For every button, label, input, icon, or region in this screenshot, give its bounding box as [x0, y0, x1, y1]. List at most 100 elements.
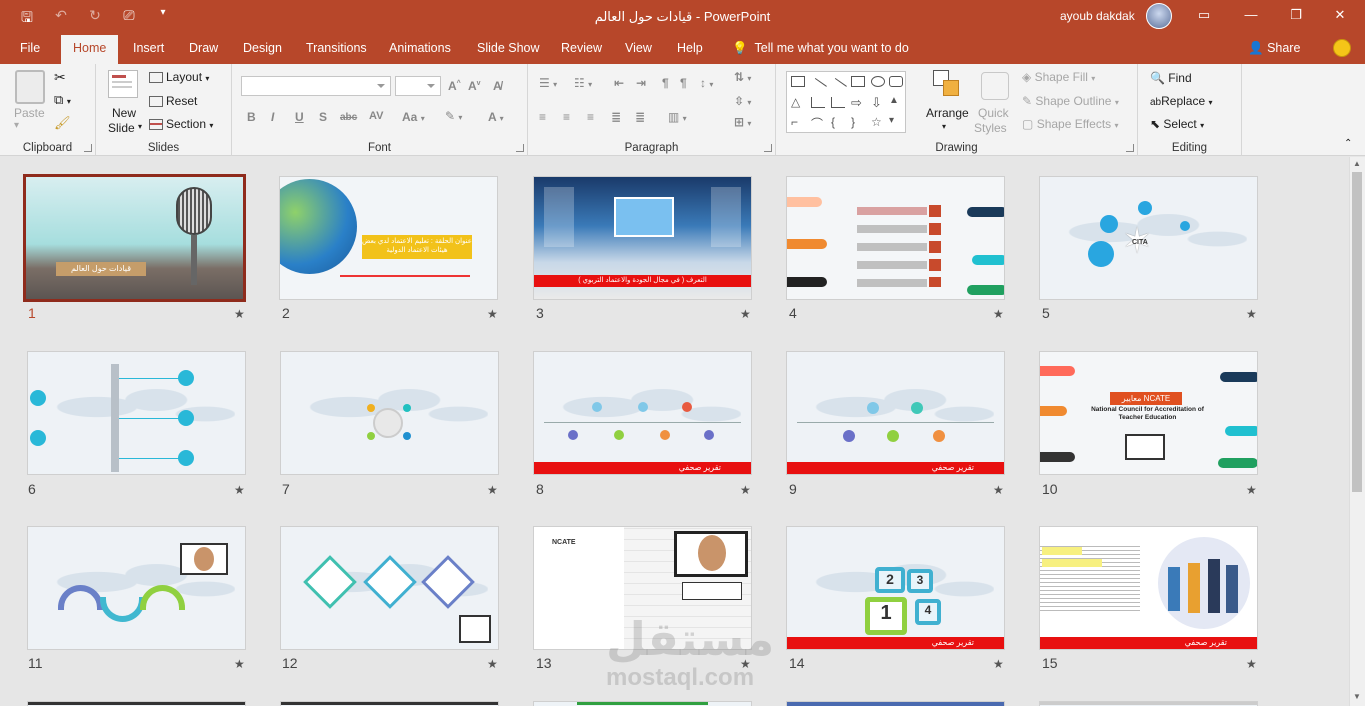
clipboard-launcher-icon[interactable] — [84, 144, 92, 152]
tell-me-search[interactable]: 💡 Tell me what you want to do — [732, 41, 909, 56]
tab-design[interactable]: Design — [243, 41, 282, 55]
restore-icon[interactable]: ❐ — [1286, 7, 1306, 23]
slide-thumb-2[interactable]: عنوان الحلقة : تعليم الاعتماد لدي بعض هي… — [280, 177, 497, 299]
transition-star-icon[interactable]: ★ — [234, 483, 245, 497]
reset-button[interactable]: Reset — [149, 94, 197, 108]
callout-shape-icon[interactable]: ⌐ — [791, 115, 805, 129]
distributed-icon[interactable]: ≣ — [635, 110, 645, 124]
smartart-icon[interactable]: ⊞ ▾ — [734, 115, 751, 129]
transition-star-icon[interactable]: ★ — [487, 483, 498, 497]
slide-thumb-18[interactable] — [534, 702, 751, 706]
clear-formatting-icon[interactable]: A̸ — [493, 79, 502, 93]
slide-thumb-9[interactable]: تقرير صحفي — [787, 352, 1004, 474]
justify-icon[interactable]: ≣ — [611, 110, 621, 124]
slide-thumb-20[interactable] — [1040, 702, 1257, 706]
numbering-icon[interactable]: ☷ ▾ — [574, 76, 592, 90]
scroll-up-icon[interactable]: ▲ — [1353, 159, 1361, 168]
slide-thumb-7[interactable] — [281, 352, 498, 474]
copy-icon[interactable]: ⧉ ▾ — [54, 92, 71, 108]
quick-styles-label-2[interactable]: Styles — [974, 121, 1007, 135]
align-center-icon[interactable]: ≡ — [563, 110, 570, 124]
replace-button[interactable]: abReplace ▾ — [1150, 94, 1213, 108]
strikethrough-icon[interactable]: abc — [340, 112, 357, 123]
slide-thumb-17[interactable] — [281, 702, 498, 706]
rectangle-shape-icon[interactable] — [851, 76, 865, 87]
tab-home[interactable]: Home — [61, 35, 119, 64]
elbow-connector-shape-icon[interactable] — [811, 97, 825, 108]
text-shadow-icon[interactable]: S — [319, 110, 327, 124]
right-arrow-shape-icon[interactable]: ⇨ — [851, 95, 865, 110]
tab-slide-show[interactable]: Slide Show — [477, 41, 540, 55]
star-shape-icon[interactable]: ☆ — [871, 115, 885, 129]
slide-thumb-6[interactable] — [28, 352, 245, 474]
align-right-icon[interactable]: ≡ — [587, 110, 594, 124]
tab-animations[interactable]: Animations — [389, 41, 451, 55]
transition-star-icon[interactable]: ★ — [1246, 307, 1257, 321]
scroll-down-icon[interactable]: ▼ — [1353, 692, 1361, 701]
down-arrow-shape-icon[interactable]: ⇩ — [871, 95, 885, 110]
underline-icon[interactable]: U — [295, 110, 304, 124]
slide-thumb-12[interactable] — [281, 527, 498, 649]
slide-thumb-1[interactable]: قيادات حول العالم — [26, 177, 243, 299]
avatar[interactable] — [1146, 3, 1172, 29]
arrow-shape-icon[interactable] — [829, 77, 847, 96]
select-button[interactable]: ⬉ Select ▾ — [1150, 117, 1204, 131]
right-brace-shape-icon[interactable]: } — [851, 115, 865, 129]
transition-star-icon[interactable]: ★ — [487, 307, 498, 321]
new-slide-dropdown-icon[interactable]: ▾ — [138, 122, 142, 131]
find-button[interactable]: 🔍 Find — [1150, 71, 1192, 85]
drawing-launcher-icon[interactable] — [1126, 144, 1134, 152]
tab-file[interactable]: File — [20, 41, 40, 55]
arrange-icon[interactable] — [933, 70, 961, 98]
shapes-gallery[interactable]: △ ⇨ ⇩ ▲ ⌐ ⌒ { } ☆ ▾ — [786, 71, 906, 133]
arrange-label[interactable]: Arrange — [926, 106, 969, 120]
italic-icon[interactable]: I — [271, 110, 274, 124]
tab-draw[interactable]: Draw — [189, 41, 218, 55]
slide-thumb-3[interactable]: التعرف ( في مجال الجودة والاعتماد التربو… — [534, 177, 751, 299]
shape-effects-button[interactable]: ▢ Shape Effects ▾ — [1022, 117, 1119, 131]
shape-outline-button[interactable]: ✎ Shape Outline ▾ — [1022, 94, 1119, 108]
transition-star-icon[interactable]: ★ — [993, 657, 1004, 671]
rounded-rect-shape-icon[interactable] — [889, 76, 903, 87]
slide-thumb-8[interactable]: تقرير صحفي — [534, 352, 751, 474]
transition-star-icon[interactable]: ★ — [1246, 483, 1257, 497]
align-left-icon[interactable]: ≡ — [539, 110, 546, 124]
change-case-icon[interactable]: Aa ▾ — [402, 110, 425, 124]
transition-star-icon[interactable]: ★ — [234, 657, 245, 671]
tab-help[interactable]: Help — [677, 41, 703, 55]
font-launcher-icon[interactable] — [516, 144, 524, 152]
align-text-icon[interactable]: ⇳ ▾ — [734, 94, 751, 108]
transition-star-icon[interactable]: ★ — [234, 307, 245, 321]
bullets-icon[interactable]: ☰ ▾ — [539, 76, 557, 90]
paste-button[interactable]: Paste — [14, 106, 45, 120]
decrease-font-icon[interactable]: Av — [468, 79, 481, 93]
curve-shape-icon[interactable]: ⌒ — [811, 115, 825, 131]
slide-thumb-15[interactable]: تقرير صحفي — [1040, 527, 1257, 649]
increase-font-icon[interactable]: A^ — [448, 79, 461, 93]
ltr-icon[interactable]: ¶ — [662, 76, 669, 90]
collapse-ribbon-icon[interactable]: ⌃ — [1344, 138, 1352, 149]
scrollbar-thumb[interactable] — [1352, 172, 1362, 492]
transition-star-icon[interactable]: ★ — [487, 657, 498, 671]
slide-thumb-10[interactable]: معايير NCATE National Council for Accred… — [1040, 352, 1257, 474]
transition-star-icon[interactable]: ★ — [1246, 657, 1257, 671]
slide-thumb-4[interactable] — [787, 177, 1004, 299]
text-direction-icon[interactable]: ⇅ ▾ — [734, 70, 751, 84]
tab-review[interactable]: Review — [561, 41, 602, 55]
new-slide-label-1[interactable]: New — [112, 106, 136, 120]
transition-star-icon[interactable]: ★ — [740, 307, 751, 321]
highlight-icon[interactable]: ✎ ▾ — [445, 109, 462, 123]
share-button[interactable]: 👤 Share — [1248, 41, 1300, 56]
layout-button[interactable]: Layout ▾ — [149, 70, 209, 84]
decrease-indent-icon[interactable]: ⇤ — [614, 76, 624, 90]
new-slide-label-2[interactable]: Slide — [108, 121, 135, 135]
section-button[interactable]: Section ▾ — [149, 117, 213, 131]
quick-styles-label-1[interactable]: Quick — [978, 106, 1009, 120]
user-name[interactable]: ayoub dakdak — [1060, 9, 1135, 23]
rtl-icon[interactable]: ¶ — [680, 76, 687, 90]
slide-thumb-19[interactable] — [787, 702, 1004, 706]
font-color-icon[interactable]: A ▾ — [488, 110, 504, 124]
paste-icon[interactable] — [15, 70, 45, 104]
gallery-up-icon[interactable]: ▲ — [889, 95, 903, 106]
triangle-shape-icon[interactable]: △ — [791, 95, 805, 109]
